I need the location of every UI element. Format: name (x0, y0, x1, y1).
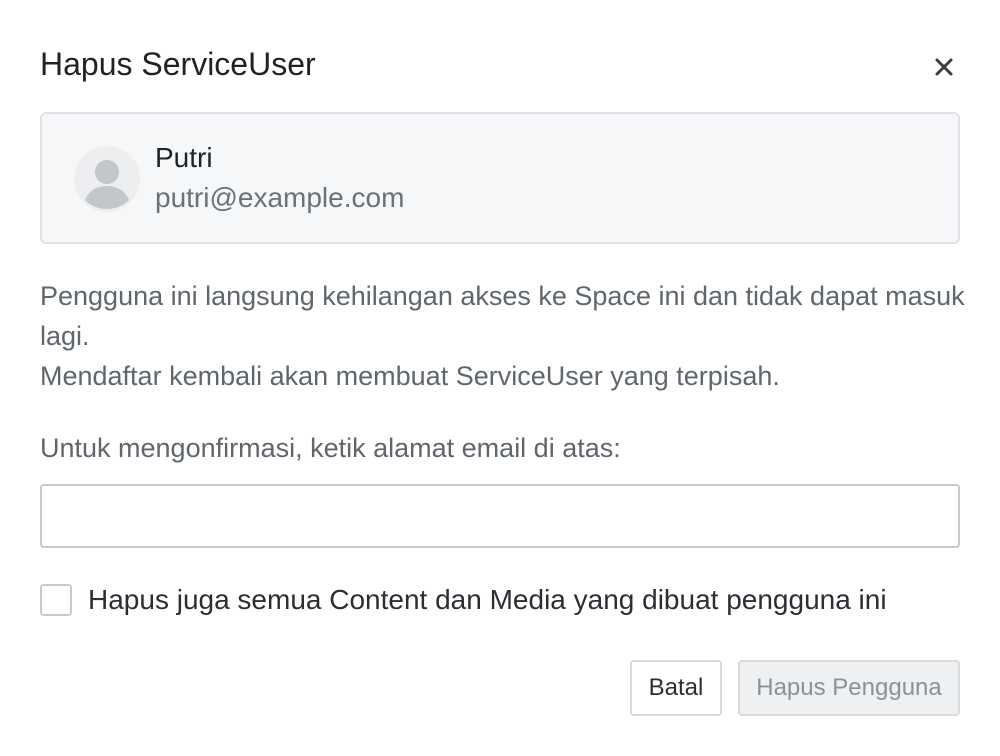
user-name: Putri (155, 142, 213, 173)
delete-content-checkbox[interactable] (40, 584, 72, 616)
warning-description: Pengguna ini langsung kehilangan akses k… (40, 276, 965, 396)
delete-content-option: Hapus juga semua Content dan Media yang … (40, 580, 887, 620)
confirm-email-input[interactable] (40, 484, 960, 548)
user-card: Putri putri@example.com (40, 112, 960, 244)
user-email: putri@example.com (155, 182, 405, 213)
delete-user-dialog: Hapus ServiceUser Putri putri@example.co… (0, 0, 1000, 756)
close-button[interactable] (924, 48, 964, 88)
delete-content-checkbox-label[interactable]: Hapus juga semua Content dan Media yang … (88, 580, 887, 620)
warning-line-reregister: Mendaftar kembali akan membuat ServiceUs… (40, 361, 780, 391)
close-icon (934, 57, 954, 80)
delete-user-button[interactable]: Hapus Pengguna (738, 660, 960, 716)
confirm-email-label: Untuk mengonfirmasi, ketik alamat email … (40, 433, 621, 463)
user-avatar-icon (74, 146, 140, 212)
warning-line-access: Pengguna ini langsung kehilangan akses k… (40, 281, 965, 351)
dialog-title: Hapus ServiceUser (40, 46, 316, 82)
cancel-button[interactable]: Batal (630, 660, 722, 716)
